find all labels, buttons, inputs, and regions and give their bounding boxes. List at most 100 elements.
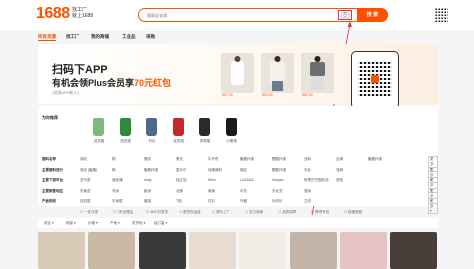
filter-option[interactable]: 棉 xyxy=(112,168,116,173)
category-label-item[interactable]: 衬衫 xyxy=(139,139,165,144)
category-dress-image[interactable] xyxy=(119,118,131,136)
filter-row-label: 面料名称 xyxy=(42,157,56,161)
product-thumbnail[interactable] xyxy=(289,232,337,269)
filter-option[interactable]: 棉 xyxy=(112,157,116,162)
nav-item-all-sources[interactable]: 所有货源 xyxy=(38,34,56,41)
category-dress-image[interactable] xyxy=(225,118,237,136)
filter-option[interactable]: 欧洲 xyxy=(144,189,151,194)
filter-option[interactable]: ebay xyxy=(144,178,152,182)
filter-option[interactable]: 连衣裙 xyxy=(80,199,91,204)
filter-option[interactable]: 聚酯纤维 xyxy=(144,168,158,173)
category-dress-image[interactable] xyxy=(172,118,184,136)
filter-option[interactable]: T恤 xyxy=(176,199,182,204)
filter-option[interactable]: 南美 xyxy=(208,189,215,194)
search-input[interactable] xyxy=(147,11,327,19)
service-checkbox[interactable]: ☐ 品质保障 xyxy=(278,210,296,215)
sort-option[interactable]: 销量 ▾ xyxy=(66,221,76,226)
filter-option[interactable]: 北美 xyxy=(176,189,183,194)
filter-option[interactable]: 卫衣 xyxy=(304,199,311,204)
category-label-item[interactable]: 连衣裙 xyxy=(113,139,139,144)
nav-item-factory[interactable]: 找工厂 xyxy=(66,34,80,40)
banner-product-image[interactable] xyxy=(261,53,294,93)
filter-row: 面料名称 涤纶棉雪纺 蕾丝 牛仔布 聚酯纤维 醋酸纤维 亚麻 丝绸 聚酯纤维 更多 ▾ xyxy=(42,156,438,172)
filter-row-label: 主要面料成分 xyxy=(42,167,63,172)
filter-option[interactable]: 牛仔布 xyxy=(208,157,219,162)
filter-option[interactable]: 速卖通 xyxy=(112,178,123,183)
category-dress-image[interactable] xyxy=(146,118,157,136)
service-checkbox[interactable]: ☐ 极速退款 xyxy=(344,210,362,215)
filter-option[interactable]: 半身裙 xyxy=(112,199,123,204)
sort-option[interactable]: 综合 ▾ xyxy=(44,221,54,226)
service-checkbox[interactable]: ☐ 退货包运费 xyxy=(179,210,201,215)
filter-option[interactable]: 纯棉面料 xyxy=(208,168,222,173)
filter-option[interactable]: 亚麻 xyxy=(304,157,311,162)
filter-option[interactable]: 蕾丝 xyxy=(176,157,183,162)
filter-option[interactable]: 东北亚 xyxy=(272,189,283,194)
nav-item-industrial[interactable]: 工业品 xyxy=(122,34,136,40)
sort-option[interactable]: 产地 ▾ xyxy=(110,221,120,226)
filter-option[interactable]: 锦纶 xyxy=(240,168,247,173)
filter-option[interactable]: 涤纶 xyxy=(80,157,87,162)
product-thumbnail[interactable] xyxy=(239,232,287,269)
filter-option[interactable]: 醋酸纤维 xyxy=(272,157,286,162)
banner-product-image[interactable] xyxy=(221,53,254,93)
filter-row-label: 产品类别 xyxy=(42,199,56,203)
filter-option[interactable]: LAZADA xyxy=(240,178,254,182)
image-search-camera-icon[interactable] xyxy=(338,10,352,20)
product-thumbnail[interactable] xyxy=(88,232,136,269)
filter-option[interactable]: 聚酯纤维 xyxy=(240,157,254,162)
filter-option[interactable]: 澳洲 xyxy=(304,189,311,194)
logo-slogan-line2: 就上1688 xyxy=(72,13,94,19)
service-checkbox[interactable]: ☐ 源头工厂 xyxy=(212,210,230,215)
filter-option[interactable]: 东南亚 xyxy=(80,189,91,194)
logo-slogan: 找工厂 就上1688 xyxy=(72,7,93,19)
product-thumbnail[interactable] xyxy=(38,232,85,269)
filter-option[interactable]: 聚酯纤维 xyxy=(368,157,382,162)
category-label-item[interactable]: 连衣裙 xyxy=(166,139,192,144)
filter-option[interactable]: 阿里巴巴国际站 xyxy=(304,178,329,183)
filter-option[interactable]: 外套 xyxy=(240,199,247,204)
service-checkbox[interactable]: ☐ 实力商家 xyxy=(245,210,263,215)
filter-option[interactable]: 非洲 xyxy=(112,189,119,194)
category-dress-image[interactable] xyxy=(199,118,210,136)
service-checkbox[interactable]: ☐ 一件代发 xyxy=(80,210,98,215)
filter-option[interactable]: 其他 xyxy=(336,178,343,183)
filter-option[interactable]: 莫代尔 xyxy=(176,168,187,173)
filter-option[interactable]: Wish xyxy=(208,178,216,182)
filter-option[interactable]: 衬衫 xyxy=(208,199,215,204)
filter-option[interactable]: 涤纶 (聚酯) xyxy=(80,168,97,173)
logo[interactable]: 1688 xyxy=(36,5,70,23)
product-thumbnail[interactable] xyxy=(390,232,438,269)
filter-option[interactable]: 亚马逊 xyxy=(80,178,91,183)
filter-option[interactable]: 醋酸纤维 xyxy=(272,168,286,173)
sort-option[interactable]: 起订量 ▾ xyxy=(154,221,167,226)
filter-option[interactable]: 丝绸 xyxy=(336,157,343,162)
product-thumbnail[interactable] xyxy=(188,232,236,269)
filter-option[interactable]: shopee xyxy=(272,178,283,182)
service-checkbox[interactable]: ☐ 48小时发货 xyxy=(146,210,168,215)
filter-option[interactable]: 天丝 xyxy=(304,168,311,173)
nav-item-my-shop[interactable]: 我的商铺 xyxy=(91,34,109,40)
filter-row-label: 主要下游平台 xyxy=(42,178,63,182)
filter-option[interactable]: 雪纺 xyxy=(144,157,151,162)
service-checkbox[interactable]: ☐ 7天无理由 xyxy=(113,210,133,215)
service-checkbox[interactable]: ☐ 跨境专供 xyxy=(311,210,329,215)
qr-code-icon[interactable] xyxy=(434,8,448,22)
nav-item-purchase[interactable]: 采购 xyxy=(146,34,155,40)
filter-option[interactable]: 中东 xyxy=(240,189,247,194)
filter-row: 主要面料成分 涤纶 (聚酯) 棉聚酯纤维 莫代尔 纯棉面料 锦纶 醋酸纤维 天丝 亚麻 更多 ▾ xyxy=(42,166,438,183)
product-thumbnail[interactable] xyxy=(138,232,186,269)
search-button[interactable]: 搜 索 xyxy=(357,8,388,22)
category-dress-image[interactable] xyxy=(93,118,104,136)
filter-option[interactable]: 套装 xyxy=(144,199,151,204)
sort-option[interactable]: 价格 ▾ xyxy=(88,221,98,226)
banner-product-image[interactable] xyxy=(301,53,334,93)
category-label-item[interactable]: 连衣裙 xyxy=(86,139,112,144)
product-thumbnail[interactable] xyxy=(339,232,387,269)
sort-option[interactable]: 发货地 ▾ xyxy=(132,221,145,226)
category-label-item[interactable]: 小黑裙 xyxy=(219,139,245,144)
filter-option[interactable]: 独立站 xyxy=(176,178,187,183)
category-label-item[interactable]: 背带裙 xyxy=(192,139,218,144)
filter-option[interactable]: 亚麻 xyxy=(336,168,343,173)
filter-option[interactable]: 针织衫 xyxy=(272,199,283,204)
